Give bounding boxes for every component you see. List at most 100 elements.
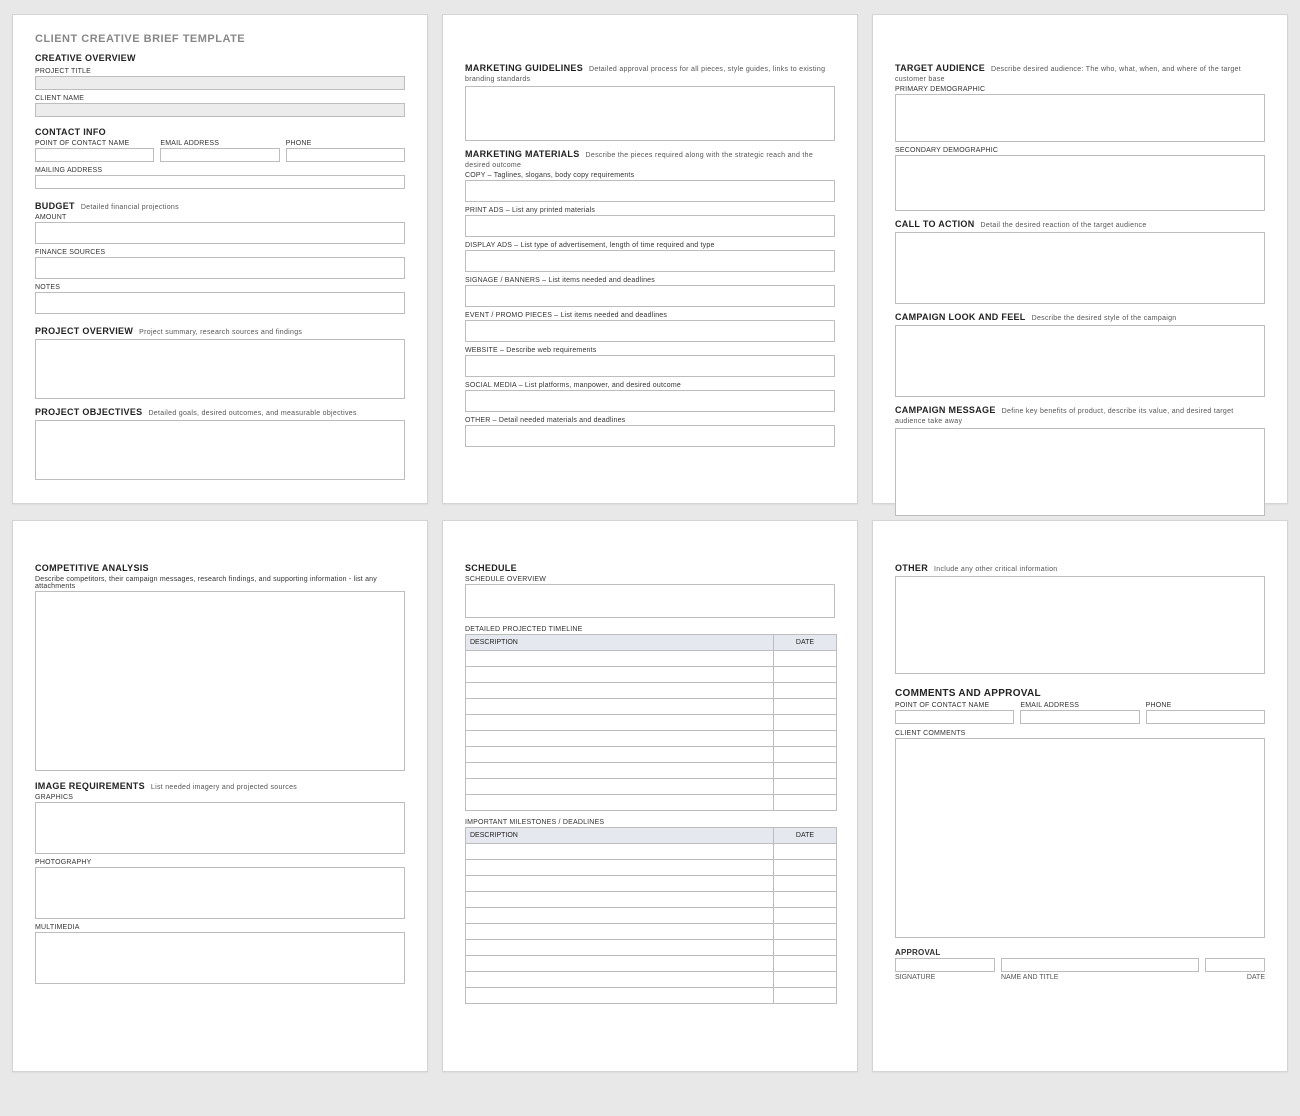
- table-row[interactable]: [466, 651, 836, 667]
- table-row[interactable]: [466, 844, 836, 860]
- input-phone[interactable]: [286, 148, 405, 162]
- label-contact-email: EMAIL ADDRESS: [1020, 702, 1139, 709]
- input-schedule-overview[interactable]: [465, 584, 835, 618]
- label-notes: NOTES: [35, 284, 405, 291]
- input-display[interactable]: [465, 250, 835, 272]
- label-project-title: PROJECT TITLE: [35, 68, 405, 75]
- section-look: CAMPAIGN LOOK AND FEELDescribe the desir…: [895, 312, 1265, 322]
- table-row[interactable]: [466, 731, 836, 747]
- input-print[interactable]: [465, 215, 835, 237]
- input-photo[interactable]: [35, 867, 405, 919]
- input-client-name[interactable]: [35, 103, 405, 117]
- target-text: TARGET AUDIENCE: [895, 63, 985, 73]
- input-multi[interactable]: [35, 932, 405, 984]
- col-date: DATE: [774, 635, 836, 650]
- label-phone: PHONE: [286, 140, 405, 147]
- input-social[interactable]: [465, 390, 835, 412]
- table-row[interactable]: [466, 779, 836, 795]
- label-graphics: GRAPHICS: [35, 794, 405, 801]
- table-row[interactable]: [466, 972, 836, 988]
- input-copy[interactable]: [465, 180, 835, 202]
- table-row[interactable]: [466, 956, 836, 972]
- input-contact-phone[interactable]: [1146, 710, 1265, 724]
- table-header-row: DESCRIPTION DATE: [466, 635, 836, 651]
- input-look[interactable]: [895, 325, 1265, 397]
- input-email[interactable]: [160, 148, 279, 162]
- section-cta: CALL TO ACTIONDetail the desired reactio…: [895, 219, 1265, 229]
- input-graphics[interactable]: [35, 802, 405, 854]
- input-project-objectives[interactable]: [35, 420, 405, 480]
- other-text: OTHER: [895, 563, 928, 573]
- proj-overview-text: PROJECT OVERVIEW: [35, 326, 133, 336]
- input-cta[interactable]: [895, 232, 1265, 304]
- section-project-overview: PROJECT OVERVIEW Project summary, researc…: [35, 326, 405, 336]
- label-approval-date: DATE: [1205, 974, 1265, 981]
- input-signature[interactable]: [895, 958, 995, 972]
- look-note: Describe the desired style of the campai…: [1032, 315, 1177, 322]
- table-row[interactable]: [466, 892, 836, 908]
- input-signage[interactable]: [465, 285, 835, 307]
- input-notes[interactable]: [35, 292, 405, 314]
- table-row[interactable]: [466, 763, 836, 779]
- table-row[interactable]: [466, 876, 836, 892]
- table-row[interactable]: [466, 747, 836, 763]
- label-print: PRINT ADS – List any printed materials: [465, 207, 835, 214]
- page-5: SCHEDULE SCHEDULE OVERVIEW DETAILED PROJ…: [442, 520, 858, 1072]
- input-client-comments[interactable]: [895, 738, 1265, 938]
- input-contact-poc[interactable]: [895, 710, 1014, 724]
- input-mailing[interactable]: [35, 175, 405, 189]
- mkt-materials-text: MARKETING MATERIALS: [465, 149, 580, 159]
- input-competitive[interactable]: [35, 591, 405, 771]
- table-row[interactable]: [466, 715, 836, 731]
- section-target: TARGET AUDIENCEDescribe desired audience…: [895, 63, 1265, 83]
- label-name-title: NAME AND TITLE: [1001, 974, 1199, 981]
- input-marketing-guidelines[interactable]: [465, 86, 835, 141]
- input-primary[interactable]: [895, 94, 1265, 142]
- input-other[interactable]: [895, 576, 1265, 674]
- col-description: DESCRIPTION: [466, 635, 774, 650]
- cta-note: Detail the desired reaction of the targe…: [981, 222, 1147, 229]
- table-row[interactable]: [466, 908, 836, 924]
- section-message: CAMPAIGN MESSAGEDefine key benefits of p…: [895, 405, 1265, 425]
- template-canvas: CLIENT CREATIVE BRIEF TEMPLATE CREATIVE …: [0, 0, 1300, 1116]
- table-row[interactable]: [466, 924, 836, 940]
- proj-overview-note: Project summary, research sources and fi…: [139, 329, 302, 336]
- input-secondary[interactable]: [895, 155, 1265, 211]
- table-row[interactable]: [466, 667, 836, 683]
- input-website[interactable]: [465, 355, 835, 377]
- input-message[interactable]: [895, 428, 1265, 516]
- input-name-title[interactable]: [1001, 958, 1199, 972]
- label-client-comments: CLIENT COMMENTS: [895, 730, 1265, 737]
- doc-title: CLIENT CREATIVE BRIEF TEMPLATE: [35, 33, 405, 45]
- input-project-overview[interactable]: [35, 339, 405, 399]
- mkt-guidelines-text: MARKETING GUIDELINES: [465, 63, 583, 73]
- table-row[interactable]: [466, 795, 836, 811]
- input-contact-email[interactable]: [1020, 710, 1139, 724]
- label-social: SOCIAL MEDIA – List platforms, manpower,…: [465, 382, 835, 389]
- budget-note: Detailed financial projections: [81, 204, 179, 211]
- input-approval-date[interactable]: [1205, 958, 1265, 972]
- label-copy: COPY – Taglines, slogans, body copy requ…: [465, 172, 835, 179]
- label-email: EMAIL ADDRESS: [160, 140, 279, 147]
- label-client-name: CLIENT NAME: [35, 95, 405, 102]
- label-signature: SIGNATURE: [895, 974, 995, 981]
- input-finance[interactable]: [35, 257, 405, 279]
- label-finance: FINANCE SOURCES: [35, 249, 405, 256]
- label-website: WEBSITE – Describe web requirements: [465, 347, 835, 354]
- img-req-text: IMAGE REQUIREMENTS: [35, 781, 145, 791]
- input-poc[interactable]: [35, 148, 154, 162]
- table-row[interactable]: [466, 699, 836, 715]
- label-detailed-timeline: DETAILED PROJECTED TIMELINE: [465, 626, 835, 633]
- table-row[interactable]: [466, 940, 836, 956]
- input-amount[interactable]: [35, 222, 405, 244]
- input-project-title[interactable]: [35, 76, 405, 90]
- table-row[interactable]: [466, 683, 836, 699]
- input-event[interactable]: [465, 320, 835, 342]
- table-row[interactable]: [466, 860, 836, 876]
- proj-objectives-note: Detailed goals, desired outcomes, and me…: [148, 410, 356, 417]
- label-event: EVENT / PROMO PIECES – List items needed…: [465, 312, 835, 319]
- table-row[interactable]: [466, 988, 836, 1004]
- section-marketing-guidelines: MARKETING GUIDELINESDetailed approval pr…: [465, 63, 835, 83]
- page-4: COMPETITIVE ANALYSIS Describe competitor…: [12, 520, 428, 1072]
- input-other-materials[interactable]: [465, 425, 835, 447]
